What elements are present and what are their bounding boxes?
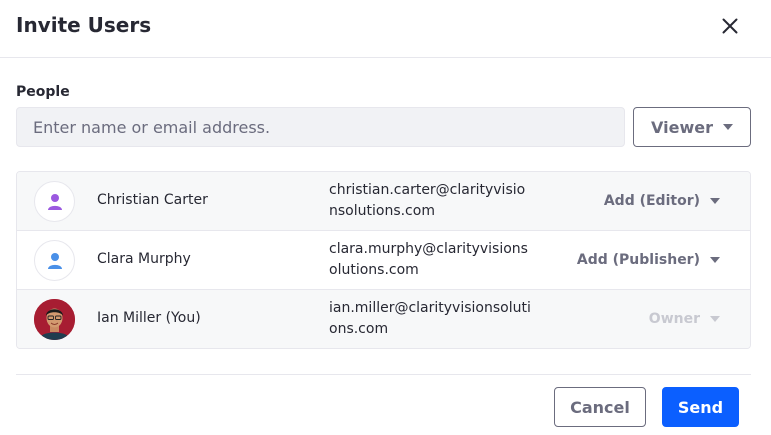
footer-divider — [16, 374, 751, 375]
people-search-input[interactable] — [16, 107, 625, 147]
member-email: clara.murphy@clarityvisionsolutions.com — [329, 241, 528, 278]
member-role-dropdown[interactable]: Add (Editor) — [604, 193, 720, 209]
dialog-title: Invite Users — [16, 13, 152, 37]
close-button[interactable] — [715, 11, 745, 41]
user-icon — [47, 193, 62, 210]
chevron-down-icon — [710, 198, 720, 204]
member-role-dropdown: Owner — [649, 311, 720, 327]
user-icon — [47, 252, 62, 269]
avatar — [34, 240, 75, 281]
avatar — [34, 299, 75, 340]
list-item: Clara Murphy clara.murphy@clarityvisions… — [17, 231, 750, 290]
list-item: Christian Carter christian.carter@clarit… — [17, 172, 750, 231]
member-name: Christian Carter — [97, 192, 208, 208]
member-email: ian.miller@clarityvisionsolutions.com — [329, 300, 531, 337]
cancel-button[interactable]: Cancel — [554, 387, 646, 427]
avatar — [34, 181, 75, 222]
people-label: People — [16, 84, 70, 100]
member-name: Clara Murphy — [97, 251, 191, 267]
chevron-down-icon — [710, 316, 720, 322]
list-item: Ian Miller (You) ian.miller@clarityvisio… — [17, 290, 750, 348]
member-role-dropdown[interactable]: Add (Publisher) — [577, 252, 720, 268]
dialog-header: Invite Users — [0, 0, 771, 58]
member-email: christian.carter@clarityvisionsolutions.… — [329, 182, 526, 219]
close-icon — [722, 18, 738, 34]
chevron-down-icon — [710, 257, 720, 263]
members-list: Christian Carter christian.carter@clarit… — [16, 171, 751, 349]
member-role-label: Add (Publisher) — [576, 252, 700, 268]
chevron-down-icon — [722, 124, 733, 130]
member-role-label: Add (Editor) — [603, 193, 700, 209]
default-role-value: Viewer — [651, 117, 713, 137]
send-button[interactable]: Send — [662, 387, 739, 427]
profile-photo-icon — [34, 299, 75, 340]
member-role-label: Owner — [648, 311, 700, 327]
member-name: Ian Miller (You) — [97, 310, 201, 326]
default-role-select[interactable]: Viewer — [633, 107, 751, 147]
